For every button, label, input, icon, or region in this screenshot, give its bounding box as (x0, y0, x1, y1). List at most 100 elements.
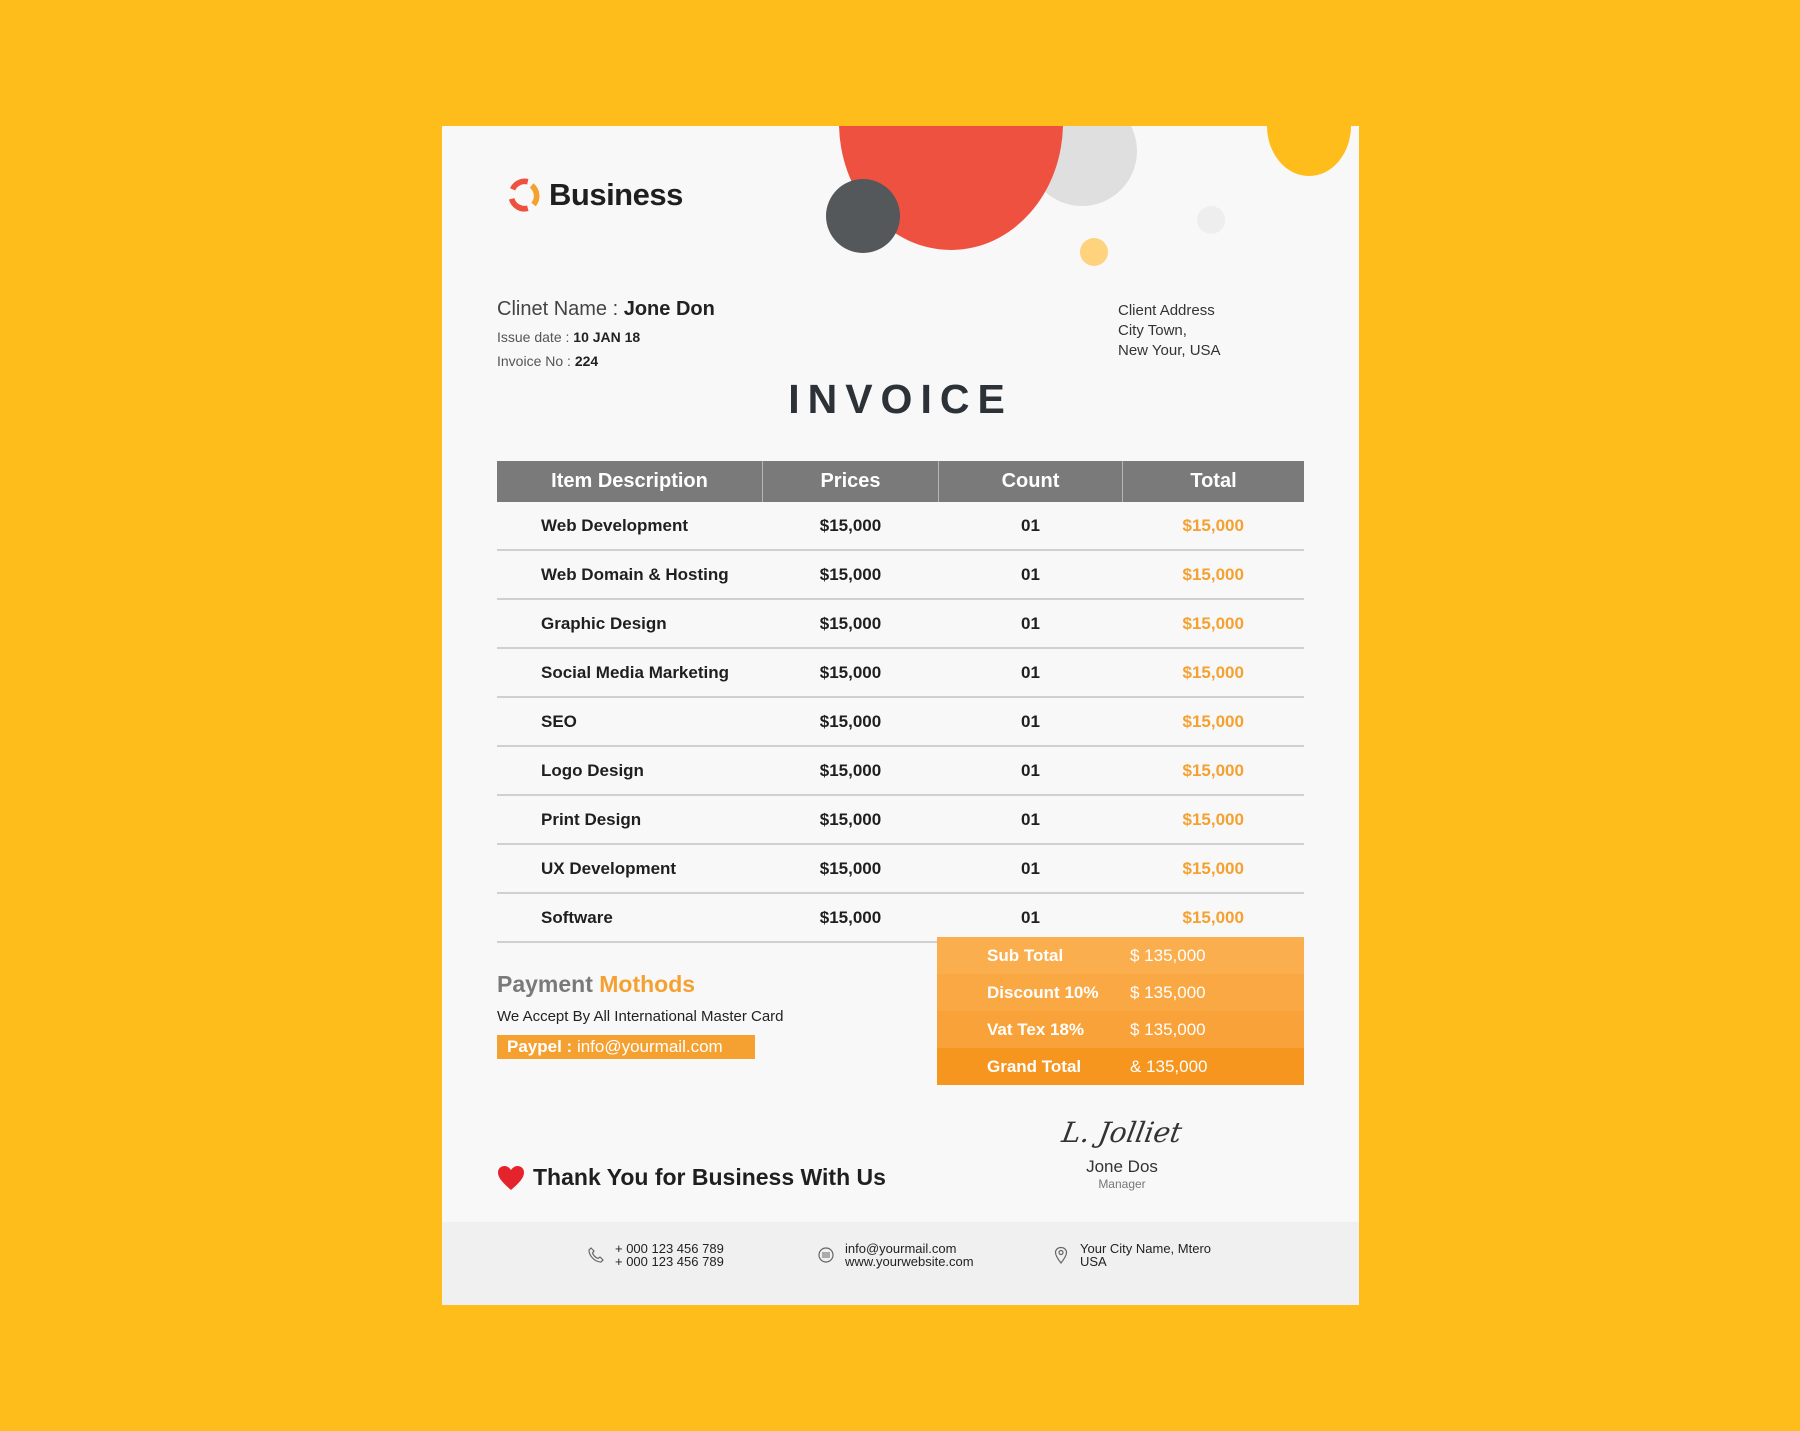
invoice-no-value: 224 (574, 353, 599, 369)
footer-phone: + 000 123 456 789 + 000 123 456 789 (587, 1242, 724, 1268)
header-total: Total (1122, 461, 1304, 502)
invoice-no-label: Invoice No : (497, 353, 571, 369)
decor-gray-dot (1197, 206, 1225, 234)
item-description-cell: Web Domain & Hosting (497, 550, 763, 600)
totals-box: Sub Total $ 135,000 Discount 10% $ 135,0… (937, 937, 1304, 1085)
price-cell: $15,000 (762, 844, 939, 894)
invoice-title: INVOICE (788, 376, 1013, 422)
payment-title-b: Mothods (599, 971, 696, 997)
thank-you-note: Thank You for Business With Us (497, 1164, 886, 1191)
item-description-cell: Web Development (497, 502, 763, 551)
client-name-value: Jone Don (623, 298, 715, 320)
signature-script: L. Jolliet (1059, 1116, 1185, 1149)
issue-date-value: 10 JAN 18 (573, 329, 641, 345)
item-description-cell: Software (497, 893, 763, 943)
totals-row-grand-total: Grand Total & 135,000 (937, 1048, 1304, 1085)
payment-title: Payment Mothods (497, 971, 784, 998)
totals-value: & 135,000 (1130, 1056, 1208, 1076)
phone-line: + 000 123 456 789 (615, 1254, 724, 1269)
table-row: Logo Design $15,000 01 $15,000 (497, 746, 1304, 796)
count-cell: 01 (938, 502, 1123, 551)
address-line: New Your, USA (1118, 342, 1221, 359)
brand-logo: Business (505, 176, 683, 214)
count-cell: 01 (938, 746, 1123, 796)
globe-icon (818, 1247, 834, 1263)
signer-name: Jone Dos (1086, 1157, 1158, 1176)
count-cell: 01 (938, 648, 1123, 698)
item-description-cell: Graphic Design (497, 599, 763, 649)
invoice-page: Business Clinet Name : Jone Don Issue da… (442, 126, 1359, 1305)
signer-role: Manager (1098, 1177, 1146, 1191)
website-line: www.yourwebsite.com (845, 1254, 974, 1269)
count-cell: 01 (938, 550, 1123, 600)
phone-icon (588, 1247, 604, 1263)
item-description-cell: SEO (497, 697, 763, 747)
footer-web: info@yourmail.com www.yourwebsite.com (817, 1242, 974, 1268)
totals-row-vat: Vat Tex 18% $ 135,000 (937, 1011, 1304, 1048)
signature-block: L. Jolliet Jone Dos Manager (1052, 1116, 1192, 1191)
price-cell: $15,000 (762, 550, 939, 600)
paypal-email: info@yourmail.com (576, 1037, 723, 1056)
table-row: SEO $15,000 01 $15,000 (497, 697, 1304, 747)
table-row: Graphic Design $15,000 01 $15,000 (497, 599, 1304, 649)
table-row: Print Design $15,000 01 $15,000 (497, 795, 1304, 845)
footer: + 000 123 456 789 + 000 123 456 789 info… (442, 1222, 1359, 1305)
totals-label: Sub Total (987, 945, 1064, 965)
location-line: USA (1080, 1254, 1107, 1269)
total-cell: $15,000 (1122, 893, 1304, 943)
table-row: Social Media Marketing $15,000 01 $15,000 (497, 648, 1304, 698)
total-cell: $15,000 (1122, 795, 1304, 845)
table-header-row: Item Description Prices Count Total (497, 461, 1304, 502)
total-cell: $15,000 (1122, 648, 1304, 698)
total-cell: $15,000 (1122, 550, 1304, 600)
location-pin-icon (1054, 1246, 1068, 1264)
paypal-badge: Paypel : info@yourmail.com (497, 1035, 755, 1059)
decor-dark-circle (826, 179, 900, 253)
issue-date-label: Issue date : (497, 329, 570, 345)
item-description-cell: Logo Design (497, 746, 763, 796)
count-cell: 01 (938, 844, 1123, 894)
payment-methods: Payment Mothods We Accept By All Interna… (497, 971, 784, 1059)
total-cell: $15,000 (1122, 502, 1304, 551)
items-table: Item Description Prices Count Total Web … (497, 461, 1304, 943)
table-row: UX Development $15,000 01 $15,000 (497, 844, 1304, 894)
client-address: Client Address City Town, New Your, USA (1118, 301, 1221, 361)
header-prices: Prices (762, 461, 939, 502)
totals-value: $ 135,000 (1130, 1019, 1206, 1039)
count-cell: 01 (938, 599, 1123, 649)
logo-ring-icon (508, 178, 540, 212)
thank-you-text: Thank You for Business With Us (533, 1164, 886, 1190)
total-cell: $15,000 (1122, 599, 1304, 649)
price-cell: $15,000 (762, 795, 939, 845)
address-line: Client Address (1118, 302, 1215, 319)
price-cell: $15,000 (762, 648, 939, 698)
table-row: Software $15,000 01 $15,000 (497, 893, 1304, 943)
header-count: Count (938, 461, 1123, 502)
totals-label: Vat Tex 18% (987, 1019, 1085, 1039)
client-name-label: Clinet Name : (497, 298, 619, 320)
paypal-label: Paypel : (507, 1037, 573, 1056)
brand-name: Business (549, 177, 683, 212)
item-description-cell: Social Media Marketing (497, 648, 763, 698)
price-cell: $15,000 (762, 746, 939, 796)
totals-label: Grand Total (987, 1056, 1082, 1076)
heart-icon (498, 1165, 524, 1190)
payment-subtitle: We Accept By All International Master Ca… (497, 1008, 784, 1025)
table-row: Web Development $15,000 01 $15,000 (497, 502, 1304, 551)
totals-row-subtotal: Sub Total $ 135,000 (937, 937, 1304, 974)
total-cell: $15,000 (1122, 746, 1304, 796)
count-cell: 01 (938, 697, 1123, 747)
item-description-cell: UX Development (497, 844, 763, 894)
client-info: Clinet Name : Jone Don Issue date : 10 J… (497, 298, 715, 369)
totals-value: $ 135,000 (1130, 982, 1206, 1002)
address-line: City Town, (1118, 322, 1187, 339)
totals-row-discount: Discount 10% $ 135,000 (937, 974, 1304, 1011)
footer-location: Your City Name, Mtero USA (1052, 1242, 1211, 1268)
total-cell: $15,000 (1122, 697, 1304, 747)
count-cell: 01 (938, 795, 1123, 845)
price-cell: $15,000 (762, 697, 939, 747)
item-description-cell: Print Design (497, 795, 763, 845)
totals-value: $ 135,000 (1130, 945, 1206, 965)
totals-label: Discount 10% (987, 982, 1099, 1002)
decor-yellow-corner-circle (1267, 126, 1351, 176)
